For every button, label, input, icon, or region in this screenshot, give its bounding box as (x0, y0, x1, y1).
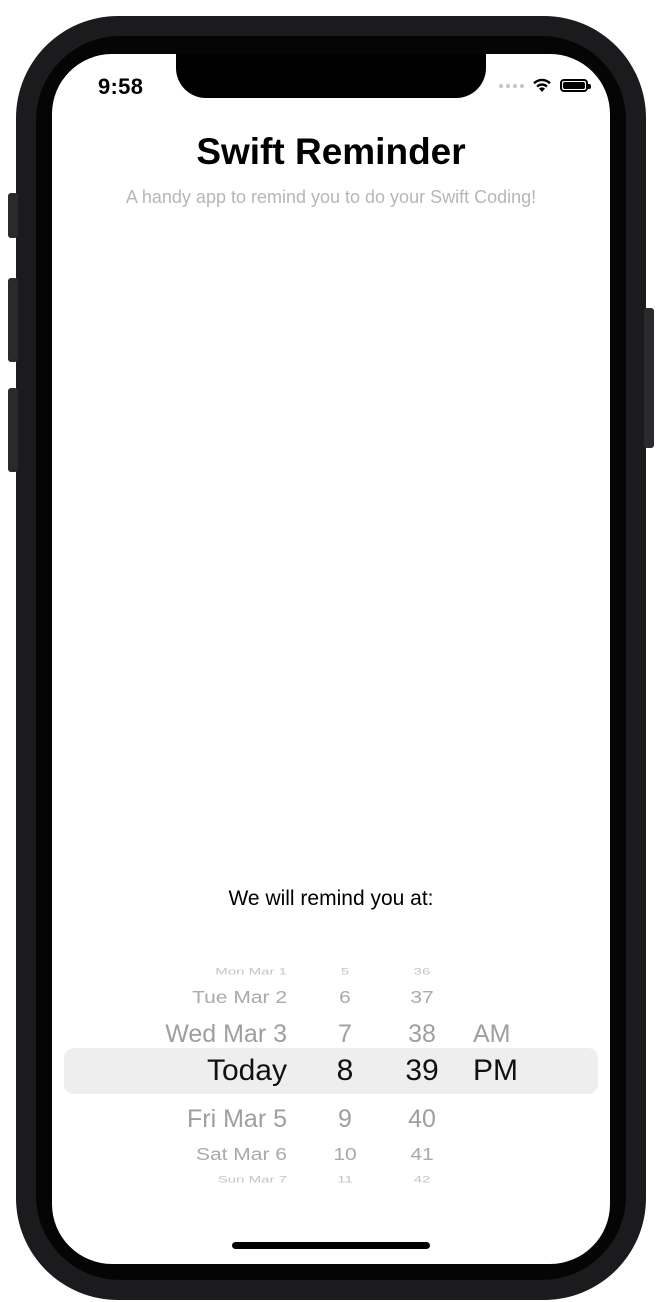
picker-ampm[interactable]: AM (473, 1014, 511, 1054)
status-icons (499, 78, 591, 93)
date-time-picker[interactable]: Mon Mar 1 5 36 Tue Mar 2 6 37 Wed Mar 3 … (52, 942, 610, 1192)
screen: 9:58 Swift Reminder A handy app to remin… (52, 54, 610, 1264)
picker-ampm[interactable]: PM (473, 1051, 518, 1091)
picker-date[interactable]: Sat Mar 6 (196, 1138, 287, 1172)
picker-date[interactable]: Today (207, 1051, 287, 1091)
picker-row[interactable]: Wed Mar 3 7 38 AM (52, 1014, 610, 1054)
picker-row[interactable]: Fri Mar 5 9 40 (52, 1099, 610, 1139)
picker-date[interactable]: Wed Mar 3 (165, 1014, 287, 1054)
remind-label: We will remind you at: (228, 887, 434, 910)
status-time: 9:58 (98, 74, 144, 99)
picker-date[interactable]: Fri Mar 5 (187, 1099, 287, 1139)
picker-row-selected[interactable]: Today 8 39 PM (52, 1051, 610, 1091)
picker-row[interactable]: Sun Mar 7 11 42 (52, 1168, 610, 1192)
home-indicator[interactable] (232, 1242, 430, 1249)
battery-icon (560, 79, 591, 92)
picker-row[interactable]: Tue Mar 2 6 37 (52, 981, 610, 1015)
power-button (644, 308, 654, 448)
silent-switch (8, 193, 18, 238)
page-title: Swift Reminder (196, 131, 466, 172)
volume-up-button (8, 278, 18, 362)
picker-row[interactable]: Sat Mar 6 10 41 (52, 1138, 610, 1172)
picker-date[interactable]: Tue Mar 2 (192, 981, 287, 1015)
notch (176, 54, 486, 98)
picker-date[interactable]: Sun Mar 7 (218, 1168, 287, 1192)
cellular-signal-icon (499, 83, 524, 88)
page-subtitle: A handy app to remind you to do your Swi… (125, 187, 537, 207)
volume-down-button (8, 388, 18, 472)
wifi-icon (533, 78, 551, 92)
